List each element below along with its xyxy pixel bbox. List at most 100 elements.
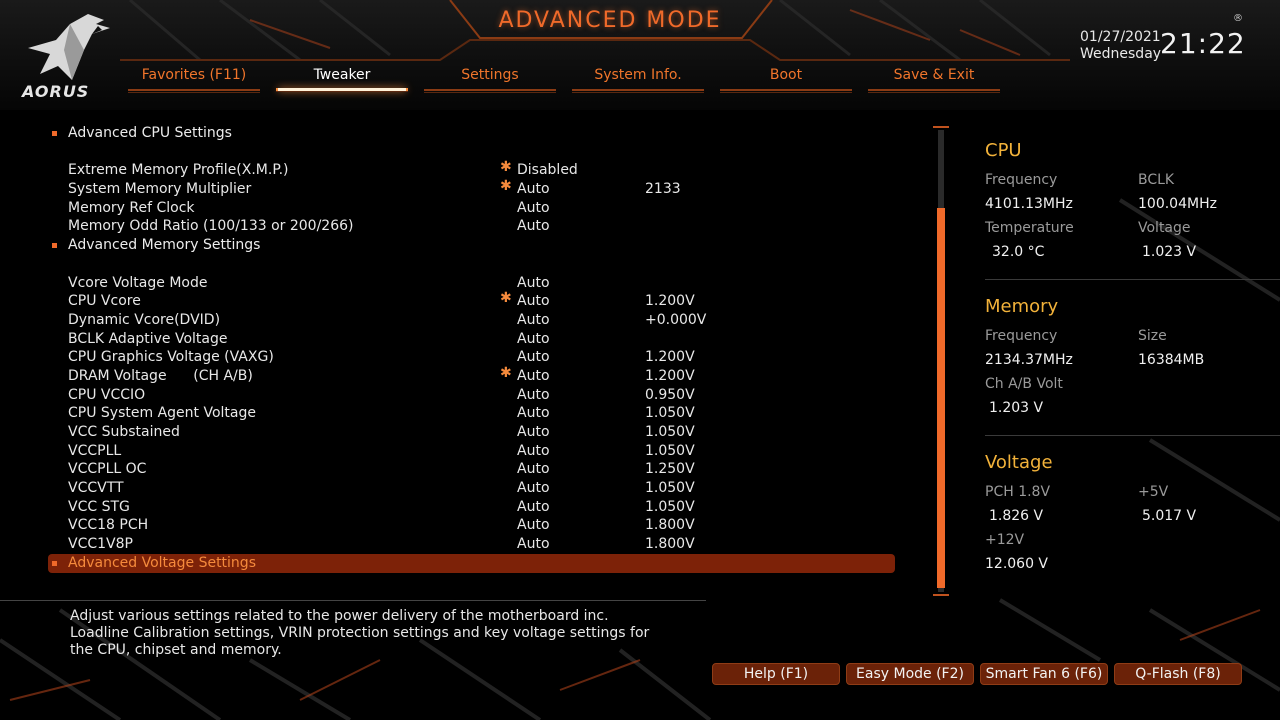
cpu-voltage-label: Voltage xyxy=(1138,220,1191,236)
setting-label: Vcore Voltage Mode xyxy=(68,274,208,291)
cpu-temp-value: 32.0 °C xyxy=(992,244,1045,260)
asterisk-icon: ✱ xyxy=(500,290,512,307)
tab-system-info[interactable]: System Info. xyxy=(572,65,704,93)
setting-value[interactable]: Auto xyxy=(517,330,550,349)
current-value: 0.950V xyxy=(645,386,695,403)
setting-xmp[interactable]: Extreme Memory Profile(X.M.P.) ✱ Disable… xyxy=(50,159,895,180)
setting-value[interactable]: Auto xyxy=(517,404,550,423)
setting-value[interactable]: Auto xyxy=(517,180,550,199)
memory-frequency-value: 2134.37MHz xyxy=(985,352,1073,368)
current-value: 1.200V xyxy=(645,293,695,310)
setting-vccvtt[interactable]: VCCVTT Auto 1.050V xyxy=(50,479,895,498)
setting-value[interactable]: Auto xyxy=(517,311,550,330)
setting-vcc18-pch[interactable]: VCC18 PCH Auto 1.800V xyxy=(50,516,895,535)
tab-boot[interactable]: Boot xyxy=(720,65,852,93)
setting-vcc1v8p[interactable]: VCC1V8P Auto 1.800V xyxy=(50,535,895,554)
setting-cpu-graphics-voltage[interactable]: CPU Graphics Voltage (VAXG) Auto 1.200V xyxy=(50,348,895,367)
easy-mode-button[interactable]: Easy Mode (F2) xyxy=(846,663,974,685)
setting-label: VCCPLL xyxy=(68,442,122,459)
clock[interactable]: 21:22 xyxy=(1160,27,1246,60)
setting-value[interactable]: Auto xyxy=(517,274,550,293)
tab-tweaker[interactable]: Tweaker xyxy=(276,65,408,92)
tab-settings[interactable]: Settings xyxy=(424,65,556,93)
setting-cpu-system-agent[interactable]: CPU System Agent Voltage Auto 1.050V xyxy=(50,404,895,423)
panel-divider xyxy=(985,435,1280,436)
setting-vcore-mode[interactable]: Vcore Voltage Mode Auto xyxy=(50,274,895,293)
memory-title: Memory xyxy=(985,296,1059,317)
asterisk-icon: ✱ xyxy=(500,178,512,195)
cpu-frequency-label: Frequency xyxy=(985,172,1058,188)
setting-label: Memory Odd Ratio (100/133 or 200/266) xyxy=(68,218,354,235)
setting-label: CPU System Agent Voltage xyxy=(68,405,256,422)
setting-value[interactable]: Auto xyxy=(517,423,550,442)
setting-value[interactable]: Auto xyxy=(517,199,550,218)
setting-value[interactable]: Auto xyxy=(517,386,550,405)
scrollbar-bottom-cap xyxy=(933,594,949,596)
scrollbar-thumb[interactable] xyxy=(937,208,945,588)
voltage-title: Voltage xyxy=(985,452,1053,473)
setting-value[interactable]: Auto xyxy=(517,292,550,311)
tab-favorites[interactable]: Favorites (F11) xyxy=(128,65,260,93)
memory-size-label: Size xyxy=(1138,328,1167,344)
current-value: 1.050V xyxy=(645,498,695,515)
current-value: 1.200V xyxy=(645,367,695,384)
setting-vcc-stg[interactable]: VCC STG Auto 1.050V xyxy=(50,498,895,517)
submenu-advanced-memory[interactable]: Advanced Memory Settings xyxy=(50,236,895,255)
memory-chab-value: 1.203 V xyxy=(989,400,1044,416)
current-value: +0.000V xyxy=(645,311,707,328)
settings-scrollbar[interactable] xyxy=(933,126,949,596)
submenu-advanced-cpu[interactable]: Advanced CPU Settings xyxy=(50,124,895,143)
setting-label: CPU VCCIO xyxy=(68,386,146,403)
setting-label: CPU Graphics Voltage (VAXG) xyxy=(68,349,274,366)
current-value: 1.800V xyxy=(645,517,695,534)
setting-value[interactable]: Auto xyxy=(517,460,550,479)
setting-memory-multiplier[interactable]: System Memory Multiplier ✱ Auto 2133 xyxy=(50,178,895,199)
setting-vccpll[interactable]: VCCPLL Auto 1.050V xyxy=(50,442,895,461)
help-description: Adjust various settings related to the p… xyxy=(70,608,650,658)
setting-vcc-substained[interactable]: VCC Substained Auto 1.050V xyxy=(50,423,895,442)
setting-cpu-vccio[interactable]: CPU VCCIO Auto 0.950V xyxy=(50,386,895,405)
memory-chab-label: Ch A/B Volt xyxy=(985,376,1063,392)
setting-value[interactable]: Auto xyxy=(517,516,550,535)
setting-value[interactable]: Auto xyxy=(517,479,550,498)
current-value: 1.800V xyxy=(645,536,695,553)
current-value: 1.050V xyxy=(645,442,695,459)
setting-cpu-vcore[interactable]: CPU Vcore ✱ Auto 1.200V xyxy=(50,290,895,311)
setting-label: Advanced Memory Settings xyxy=(68,237,261,254)
setting-memory-odd-ratio[interactable]: Memory Odd Ratio (100/133 or 200/266) Au… xyxy=(50,217,895,236)
tab-save-exit[interactable]: Save & Exit xyxy=(868,65,1000,93)
memory-frequency-label: Frequency xyxy=(985,328,1058,344)
registered-mark: ® xyxy=(1233,13,1243,24)
smart-fan-button[interactable]: Smart Fan 6 (F6) xyxy=(980,663,1108,685)
setting-value[interactable]: Auto xyxy=(517,442,550,461)
tab-bar: Favorites (F11) Tweaker Settings System … xyxy=(128,65,1000,93)
header: AORUS ADVANCED MODE 01/27/2021 Wednesday… xyxy=(0,0,1280,110)
pch-voltage-value: 1.826 V xyxy=(989,508,1044,524)
help-button[interactable]: Help (F1) xyxy=(712,663,840,685)
memory-size-value: 16384MB xyxy=(1138,352,1205,368)
cpu-bclk-label: BCLK xyxy=(1138,172,1175,188)
setting-value[interactable]: Auto xyxy=(517,535,550,554)
q-flash-button[interactable]: Q-Flash (F8) xyxy=(1114,663,1242,685)
setting-label: VCC STG xyxy=(68,498,130,515)
setting-label: DRAM Voltage (CH A/B) xyxy=(68,367,253,384)
setting-memory-ref-clock[interactable]: Memory Ref Clock Auto xyxy=(50,199,895,218)
setting-label: VCC18 PCH xyxy=(68,517,149,534)
asterisk-icon: ✱ xyxy=(500,364,512,381)
setting-value[interactable]: Auto xyxy=(517,498,550,517)
setting-label: VCC Substained xyxy=(68,424,180,440)
submenu-advanced-voltage[interactable]: Advanced Voltage Settings xyxy=(48,553,895,573)
setting-bclk-adaptive[interactable]: BCLK Adaptive Voltage Auto xyxy=(50,330,895,349)
setting-value[interactable]: Auto xyxy=(517,348,550,367)
current-value: 1.050V xyxy=(645,405,695,422)
setting-dram-voltage[interactable]: DRAM Voltage (CH A/B) ✱ Auto 1.200V xyxy=(50,364,895,386)
current-value: 1.050V xyxy=(645,480,695,497)
setting-value[interactable]: Disabled xyxy=(517,161,578,180)
cpu-temp-label: Temperature xyxy=(985,220,1074,236)
setting-value[interactable]: Auto xyxy=(517,367,550,386)
panel-divider xyxy=(985,279,1280,280)
cpu-title: CPU xyxy=(985,140,1022,161)
setting-dynamic-vcore[interactable]: Dynamic Vcore(DVID) Auto +0.000V xyxy=(50,311,895,330)
setting-value[interactable]: Auto xyxy=(517,217,550,236)
setting-vccpll-oc[interactable]: VCCPLL OC Auto 1.250V xyxy=(50,460,895,479)
